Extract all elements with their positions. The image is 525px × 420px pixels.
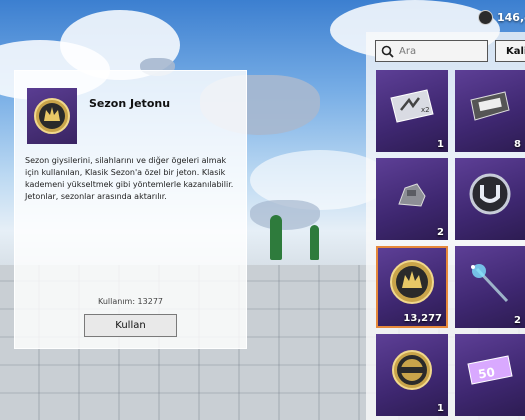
use-button[interactable]: Kullan	[84, 314, 177, 337]
inventory-item[interactable]: x2 1	[376, 70, 448, 152]
item-name: Sezon Jetonu	[89, 97, 171, 110]
search-icon	[381, 45, 394, 58]
search-placeholder: Ara	[399, 45, 417, 57]
item-quantity: 8	[514, 139, 521, 150]
steering-wheel-token-icon	[392, 350, 432, 391]
magic-wand-icon	[471, 264, 509, 303]
inventory-item-selected[interactable]: 13,277	[376, 246, 448, 328]
item-description: Sezon giysilerini, silahlarını ve diğer …	[25, 156, 234, 201]
filter-button[interactable]: Kali	[495, 40, 525, 62]
inventory-item[interactable]: 50	[455, 334, 525, 416]
svg-text:x2: x2	[421, 106, 430, 114]
item-quantity: 13,277	[403, 313, 442, 324]
inventory-item[interactable]: 2	[455, 246, 525, 328]
item-quantity: 2	[514, 315, 521, 326]
fifty-coupon-icon: 50	[467, 355, 513, 385]
usage-count: Kullanım: 13277	[97, 297, 164, 306]
inventory-item[interactable]: 2	[376, 158, 448, 240]
item-quantity: 1	[437, 139, 444, 150]
search-input[interactable]: Ara	[375, 40, 488, 62]
currency-display: 146,42	[478, 10, 525, 25]
inventory-item[interactable]: 8	[455, 70, 525, 152]
season-token-icon	[27, 88, 77, 144]
inventory-item[interactable]: 1	[376, 334, 448, 416]
xp-card-icon: x2	[390, 89, 434, 123]
item-quantity: 1	[437, 403, 444, 414]
u-token-icon	[469, 173, 511, 215]
svg-text:50: 50	[477, 365, 496, 382]
item-quantity: 2	[437, 227, 444, 238]
inventory-item[interactable]	[455, 158, 525, 240]
name-change-card-icon	[470, 91, 510, 121]
crate-scrap-icon	[398, 183, 426, 207]
currency-value: 146,42	[497, 11, 525, 24]
season-coin-icon	[478, 10, 493, 25]
item-detail-panel: Sezon Jetonu Sezon giysilerini, silahlar…	[14, 70, 247, 349]
season-token-icon	[390, 260, 434, 305]
